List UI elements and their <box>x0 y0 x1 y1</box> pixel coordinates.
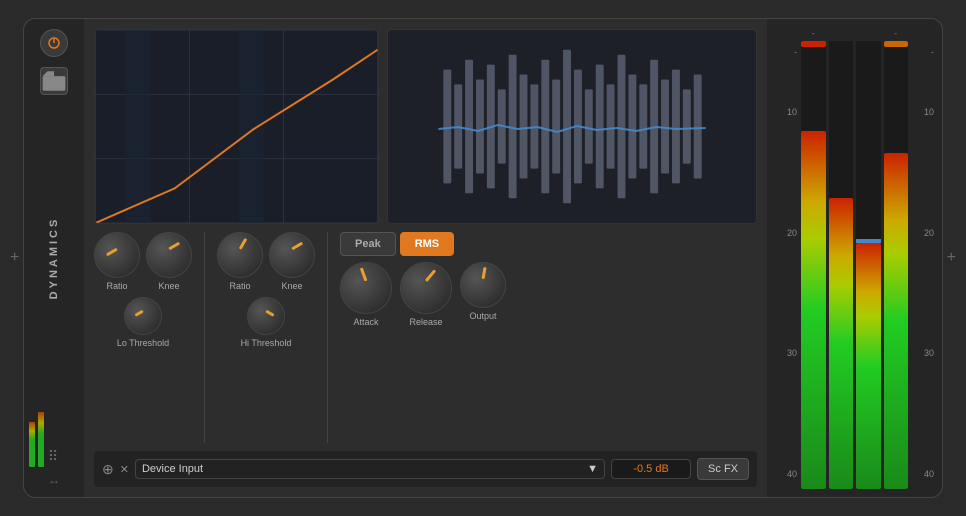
lo-knob-group: Ratio Knee <box>94 232 192 291</box>
device-icon: ⊕ <box>102 461 114 478</box>
lo-threshold-knob-container: Lo Threshold <box>94 297 192 348</box>
hi-knee-knob[interactable] <box>269 232 315 278</box>
sidebar: DYNAMICS ⠿ ↔ <box>24 19 84 497</box>
meter-blue-marker <box>856 239 881 243</box>
waveform-svg <box>388 30 756 223</box>
meter-track-3 <box>856 41 881 489</box>
attack-marker <box>360 267 368 281</box>
right-add-button[interactable]: + <box>947 249 956 267</box>
rms-button[interactable]: RMS <box>400 232 454 256</box>
device-select-arrow: ▼ <box>587 463 598 475</box>
hi-threshold-section: Ratio Knee Hi Threshold <box>217 232 315 443</box>
meters-content: - 10 - 20 - 30 - 40 - <box>775 27 934 489</box>
hi-threshold-knob[interactable] <box>247 297 285 335</box>
attack-knob-container: Attack <box>340 262 392 327</box>
controls-row: Ratio Knee Lo Threshold <box>94 232 757 443</box>
bottom-bar: ⊕ ✕ Device Input ▼ -0.5 dB Sc FX <box>94 451 757 487</box>
device-select-label: Device Input <box>142 463 203 475</box>
attack-release-section: Peak RMS Attack Release <box>340 232 506 443</box>
device-x-icon: ✕ <box>120 463 129 476</box>
meter-bar-1: - <box>801 27 826 489</box>
release-knob[interactable] <box>400 262 452 314</box>
meter-track-2 <box>829 41 854 489</box>
top-row <box>94 29 757 224</box>
hi-knee-marker <box>291 242 303 251</box>
chain-button[interactable]: ↔ <box>48 473 60 487</box>
lo-threshold-section: Ratio Knee Lo Threshold <box>94 232 192 443</box>
release-knob-container: Release <box>400 262 452 327</box>
release-marker <box>425 269 436 282</box>
attack-knob[interactable] <box>340 262 392 314</box>
meter-track-4 <box>884 41 909 489</box>
meters-panel: + - 10 - 20 - 30 - 40 - <box>767 19 942 497</box>
sidebar-bottom: ⠿ ↔ <box>48 448 60 487</box>
mini-meter-right <box>38 412 44 467</box>
power-icon <box>46 35 62 51</box>
meter-fill-3 <box>856 243 881 489</box>
output-marker <box>482 267 487 279</box>
transfer-display <box>94 29 379 224</box>
hi-threshold-label: Hi Threshold <box>241 338 292 348</box>
meter-bar-2 <box>829 27 854 489</box>
transfer-curve-svg <box>95 30 378 223</box>
hi-threshold-knob-container: Hi Threshold <box>217 297 315 348</box>
section-divider-2 <box>327 232 328 443</box>
output-knob[interactable] <box>460 262 506 308</box>
lo-threshold-marker <box>134 310 143 317</box>
output-knob-container: Output <box>460 262 506 327</box>
content-area: Ratio Knee Lo Threshold <box>84 19 767 497</box>
lo-threshold-knob[interactable] <box>124 297 162 335</box>
power-button[interactable] <box>40 29 68 57</box>
waveform-display <box>387 29 757 224</box>
attack-label: Attack <box>353 317 378 327</box>
main-panel: + DYNAMICS ⠿ ↔ <box>23 18 943 498</box>
output-label: Output <box>469 311 496 321</box>
meter-clip-4 <box>884 41 909 47</box>
device-select[interactable]: Device Input ▼ <box>135 459 605 479</box>
lo-knee-label: Knee <box>158 281 179 291</box>
meter-fill-1 <box>801 131 826 489</box>
mini-meters <box>29 407 44 467</box>
folder-button[interactable] <box>40 67 68 95</box>
db-value: -0.5 dB <box>633 463 668 475</box>
meter-bar-3 <box>856 27 881 489</box>
release-label: Release <box>409 317 442 327</box>
lo-ratio-label: Ratio <box>106 281 127 291</box>
section-divider-1 <box>204 232 205 443</box>
device-db-display: -0.5 dB <box>611 459 691 479</box>
mode-buttons: Peak RMS <box>340 232 454 256</box>
left-add-button[interactable]: + <box>10 249 19 267</box>
folder-icon <box>41 68 67 94</box>
meter-clip-1 <box>801 41 826 47</box>
hi-ratio-marker <box>239 238 248 250</box>
meter-scale-right: - 10 - 20 - 30 - 40 <box>912 27 934 489</box>
attack-release-row: Attack Release Output <box>340 262 506 327</box>
hi-knee-knob-container: Knee <box>269 232 315 291</box>
hi-knob-group: Ratio Knee <box>217 232 315 291</box>
meter-scale-left: - 10 - 20 - 30 - 40 <box>775 27 797 489</box>
hi-threshold-marker <box>265 310 274 317</box>
meter-track-1 <box>801 41 826 489</box>
meter-bar-4: - <box>884 27 909 489</box>
meter-bars-group: - <box>801 27 908 489</box>
lo-ratio-marker <box>106 248 118 257</box>
hi-knee-label: Knee <box>281 281 302 291</box>
grid-dots-button[interactable]: ⠿ <box>48 448 60 465</box>
peak-button[interactable]: Peak <box>340 232 396 256</box>
mini-meter-left <box>29 422 35 467</box>
hi-ratio-knob-container: Ratio <box>217 232 263 291</box>
lo-knee-knob[interactable] <box>146 232 192 278</box>
hi-ratio-knob[interactable] <box>217 232 263 278</box>
hi-ratio-label: Ratio <box>229 281 250 291</box>
sc-fx-button[interactable]: Sc FX <box>697 458 749 480</box>
lo-ratio-knob-container: Ratio <box>94 232 140 291</box>
lo-ratio-knob[interactable] <box>94 232 140 278</box>
meter-fill-2 <box>829 198 854 489</box>
meter-fill-4 <box>884 153 909 489</box>
lo-knee-knob-container: Knee <box>146 232 192 291</box>
lo-threshold-label: Lo Threshold <box>117 338 169 348</box>
lo-knee-marker <box>168 242 180 251</box>
sidebar-label: DYNAMICS <box>48 217 60 300</box>
